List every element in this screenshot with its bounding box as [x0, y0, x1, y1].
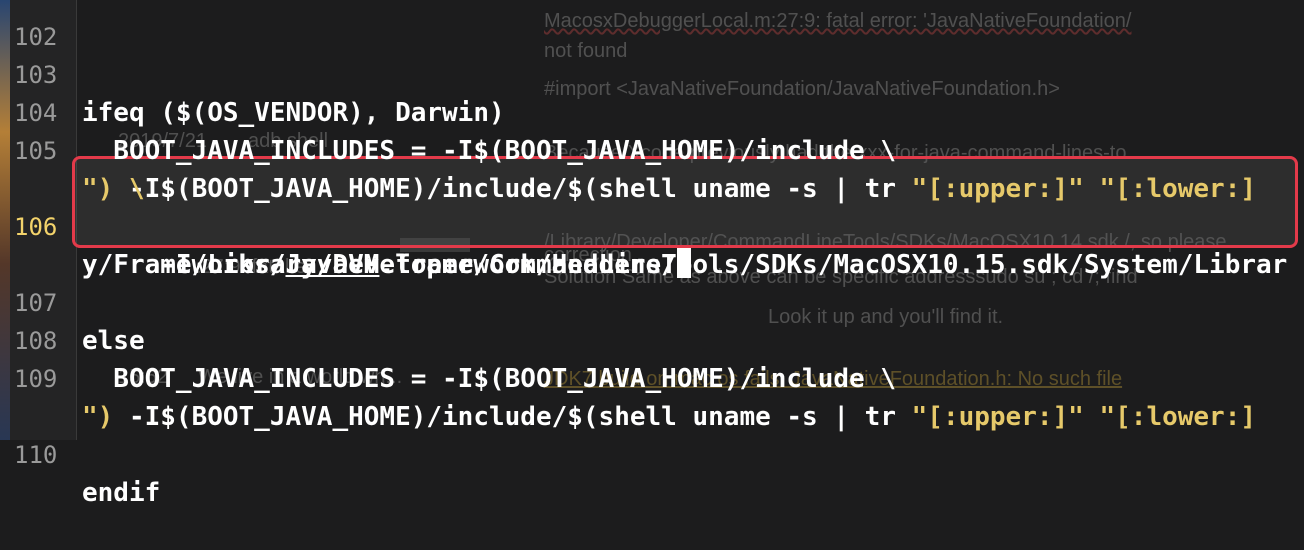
code-line-current: 106 -I/Library/Developer/CommandLineTool… — [0, 170, 1287, 280]
code-segment-underlined: JavaVM — [285, 250, 380, 280]
code-line-wrap: y/Frameworks/JavaVM.framework/Headers/ — [0, 208, 691, 280]
code-text: -I$(BOOT_JAVA_HOME)/include/$(shell unam… — [82, 170, 1256, 208]
code-segment: .framework/Headers/ — [379, 250, 677, 280]
string-literal: ") — [82, 402, 114, 432]
code-text: y/Frameworks/JavaVM.framework/Headers/ — [82, 246, 691, 284]
code-text: ") — [82, 398, 113, 436]
code-line: 105 -I$(BOOT_JAVA_HOME)/include/$(shell … — [0, 94, 1256, 204]
code-line: 110 endif — [0, 398, 160, 508]
code-text: endif — [82, 478, 161, 508]
code-text: -I$(BOOT_JAVA_HOME)/include/$(shell unam… — [82, 398, 1256, 436]
code-text: else — [82, 326, 145, 356]
string-literal: "[:upper:]" "[:lower:] — [911, 174, 1257, 204]
code-text: ifeq ($(OS_VENDOR), Darwin) — [82, 98, 505, 128]
string-literal: ") \ — [82, 174, 145, 204]
code-text: ") \ — [82, 170, 145, 208]
string-literal: "[:upper:]" "[:lower:] — [911, 402, 1257, 432]
line-number: 110 — [14, 441, 58, 469]
code-line: 102 — [0, 0, 63, 51]
text-cursor — [676, 248, 691, 278]
code-line-wrap: ") \ — [0, 132, 145, 204]
code-line: 107 else — [0, 246, 145, 356]
code-text: BOOT_JAVA_INCLUDES = -I$(BOOT_JAVA_HOME)… — [82, 136, 896, 166]
code-line-wrap: ") — [0, 360, 113, 432]
code-segment: y/Frameworks/ — [82, 250, 286, 280]
code-line: 103 ifeq ($(OS_VENDOR), Darwin) — [0, 18, 505, 128]
code-line: 104 BOOT_JAVA_INCLUDES = -I$(BOOT_JAVA_H… — [0, 56, 896, 166]
code-editor[interactable]: 102 103 ifeq ($(OS_VENDOR), Darwin) 104 … — [0, 0, 1304, 508]
code-line: 109 -I$(BOOT_JAVA_HOME)/include/$(shell … — [0, 322, 1256, 432]
code-line: 108 BOOT_JAVA_INCLUDES = -I$(BOOT_JAVA_H… — [0, 284, 896, 394]
code-text: BOOT_JAVA_INCLUDES = -I$(BOOT_JAVA_HOME)… — [82, 364, 896, 394]
code-segment: -I$(BOOT_JAVA_HOME)/include/$(shell unam… — [82, 402, 912, 432]
code-segment: -I$(BOOT_JAVA_HOME)/include/$(shell unam… — [82, 174, 912, 204]
